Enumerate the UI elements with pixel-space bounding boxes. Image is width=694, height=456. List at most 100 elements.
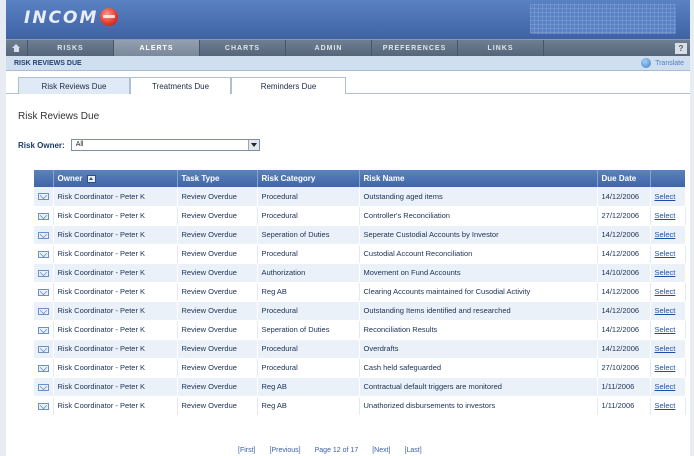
envelope-icon[interactable]: [38, 307, 49, 315]
owner-cell: Risk Coordinator - Peter K: [53, 244, 178, 264]
table-row: Risk Coordinator - Peter K Review Overdue…: [34, 282, 686, 302]
select-link[interactable]: Select: [655, 249, 676, 258]
main-nav: RISKS ALERTS CHARTS ADMIN PREFERENCES LI…: [6, 39, 690, 56]
task-type-cell: Review Overdue: [177, 377, 258, 397]
mail-cell: [34, 282, 54, 302]
nav-alerts[interactable]: ALERTS: [114, 40, 200, 56]
due-date-cell: 1/11/2006: [597, 377, 651, 397]
table-row: Risk Coordinator - Peter K Review Overdue…: [34, 187, 686, 207]
envelope-icon[interactable]: [38, 288, 49, 296]
select-link[interactable]: Select: [655, 344, 676, 353]
pager-next[interactable]: [Next]: [372, 447, 390, 454]
envelope-icon[interactable]: [38, 193, 49, 201]
owner-cell: Risk Coordinator - Peter K: [53, 339, 178, 359]
mail-cell: [34, 206, 54, 226]
risk-name-cell: Overdrafts: [359, 339, 598, 359]
envelope-icon[interactable]: [38, 402, 49, 410]
envelope-icon[interactable]: [38, 212, 49, 220]
risk-category-cell: Procedural: [257, 358, 360, 378]
tab-treatments-due[interactable]: Treatments Due: [130, 77, 231, 94]
task-type-cell: Review Overdue: [177, 396, 258, 416]
due-date-cell: 1/11/2006: [597, 396, 651, 416]
due-date-cell: 14/12/2006: [597, 225, 651, 245]
risk-name-cell: Outstanding aged items: [359, 187, 598, 207]
mail-cell: [34, 187, 54, 207]
header-owner[interactable]: Owner: [53, 170, 178, 187]
pager-page: Page 12 of 17: [314, 447, 359, 454]
mail-cell: [34, 263, 54, 283]
header-due-date[interactable]: Due Date: [597, 170, 651, 187]
risk-name-cell: Unathorized disbursements to investors: [359, 396, 598, 416]
task-type-cell: Review Overdue: [177, 225, 258, 245]
tab-reminders-due[interactable]: Reminders Due: [231, 77, 346, 94]
task-type-cell: Review Overdue: [177, 263, 258, 283]
section-title: RISK REVIEWS DUE: [14, 59, 82, 67]
select-cell: Select: [650, 377, 686, 397]
select-link[interactable]: Select: [655, 363, 676, 372]
envelope-icon[interactable]: [38, 250, 49, 258]
envelope-icon[interactable]: [38, 269, 49, 277]
task-type-cell: Review Overdue: [177, 244, 258, 264]
select-link[interactable]: Select: [655, 401, 676, 410]
nav-admin[interactable]: ADMIN: [286, 40, 372, 56]
task-type-cell: Review Overdue: [177, 320, 258, 340]
owner-cell: Risk Coordinator - Peter K: [53, 396, 178, 416]
header-risk-category[interactable]: Risk Category: [257, 170, 360, 187]
chevron-down-icon[interactable]: [247, 140, 259, 150]
risk-name-cell: Movement on Fund Accounts: [359, 263, 598, 283]
select-link[interactable]: Select: [655, 287, 676, 296]
risk-name-cell: Controller's Reconciliation: [359, 206, 598, 226]
table-row: Risk Coordinator - Peter K Review Overdue…: [34, 244, 686, 264]
pager-previous[interactable]: [Previous]: [270, 447, 301, 454]
mail-cell: [34, 396, 54, 416]
help-icon: ?: [675, 42, 687, 54]
envelope-icon[interactable]: [38, 364, 49, 372]
header-task-type[interactable]: Task Type: [177, 170, 258, 187]
nav-links[interactable]: LINKS: [458, 40, 544, 56]
select-link[interactable]: Select: [655, 268, 676, 277]
section-bar: RISK REVIEWS DUE Translate: [6, 56, 690, 71]
help-button[interactable]: ?: [672, 40, 690, 56]
sort-icon[interactable]: [87, 174, 97, 183]
header-mail: [34, 170, 54, 187]
mail-cell: [34, 358, 54, 378]
nav-risks[interactable]: RISKS: [28, 40, 114, 56]
pager-first[interactable]: [First]: [238, 447, 256, 454]
task-type-cell: Review Overdue: [177, 282, 258, 302]
pager-last[interactable]: [Last]: [405, 447, 422, 454]
owner-cell: Risk Coordinator - Peter K: [53, 301, 178, 321]
app-window: INCOM RISKS ALERTS CHARTS ADMIN PREFEREN…: [6, 0, 690, 456]
select-cell: Select: [650, 187, 686, 207]
risk-owner-filter: Risk Owner: All: [18, 139, 678, 151]
nav-preferences[interactable]: PREFERENCES: [372, 40, 458, 56]
translate-link[interactable]: Translate: [641, 58, 684, 68]
risk-owner-select[interactable]: All: [70, 139, 260, 151]
task-type-cell: Review Overdue: [177, 187, 258, 207]
select-link[interactable]: Select: [655, 382, 676, 391]
envelope-icon[interactable]: [38, 231, 49, 239]
due-date-cell: 27/12/2006: [597, 206, 651, 226]
incom-logo[interactable]: INCOM: [24, 7, 119, 28]
risk-name-cell: Reconciliation Results: [359, 320, 598, 340]
due-date-cell: 14/12/2006: [597, 244, 651, 264]
select-link[interactable]: Select: [655, 211, 676, 220]
home-icon[interactable]: [6, 40, 28, 56]
risk-category-cell: Authorization: [257, 263, 360, 283]
envelope-icon[interactable]: [38, 326, 49, 334]
select-link[interactable]: Select: [655, 306, 676, 315]
header-risk-name[interactable]: Risk Name: [359, 170, 598, 187]
risk-category-cell: Reg AB: [257, 282, 360, 302]
due-date-cell: 14/12/2006: [597, 282, 651, 302]
tab-risk-reviews-due[interactable]: Risk Reviews Due: [18, 77, 130, 94]
envelope-icon[interactable]: [38, 345, 49, 353]
table-row: Risk Coordinator - Peter K Review Overdue…: [34, 339, 686, 359]
due-date-cell: 14/12/2006: [597, 320, 651, 340]
select-link[interactable]: Select: [655, 325, 676, 334]
envelope-icon[interactable]: [38, 383, 49, 391]
select-link[interactable]: Select: [655, 230, 676, 239]
select-link[interactable]: Select: [655, 192, 676, 201]
owner-cell: Risk Coordinator - Peter K: [53, 358, 178, 378]
nav-charts[interactable]: CHARTS: [200, 40, 286, 56]
table-row: Risk Coordinator - Peter K Review Overdue…: [34, 225, 686, 245]
select-cell: Select: [650, 244, 686, 264]
